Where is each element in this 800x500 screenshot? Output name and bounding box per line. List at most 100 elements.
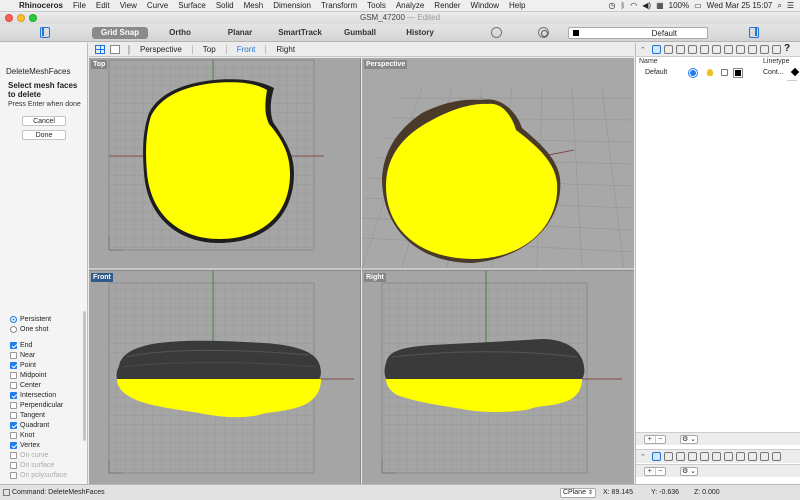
viewport-right[interactable]: Right [362, 270, 634, 484]
tab-top[interactable]: Top [191, 45, 226, 54]
menu-mesh[interactable]: Mesh [239, 1, 269, 10]
chevron-up-icon[interactable]: ⌃ [640, 453, 646, 461]
close-window-button[interactable] [5, 14, 13, 22]
four-viewports-icon[interactable] [95, 45, 105, 54]
gumball-toggle[interactable]: Gumball [338, 27, 382, 39]
command-history-icon[interactable] [3, 489, 10, 496]
layer-row[interactable]: Default Cont... [636, 67, 800, 78]
checkbox-icon[interactable] [10, 401, 17, 409]
flag-icon[interactable]: ▦ [656, 1, 664, 10]
lock-icon[interactable] [721, 69, 728, 76]
tab-perspective[interactable]: Perspective [129, 45, 192, 54]
checkbox-icon[interactable] [10, 461, 17, 469]
gear-icon[interactable]: ⚙ ⌄ [680, 467, 698, 476]
lightbulb-icon[interactable] [712, 452, 721, 461]
viewport-label-front[interactable]: Front [91, 273, 113, 282]
current-layer-icon[interactable] [689, 69, 697, 77]
viewport-label-perspective[interactable]: Perspective [364, 60, 408, 69]
menu-file[interactable]: File [68, 1, 91, 10]
add-icon[interactable]: + [645, 468, 656, 475]
wifi-icon[interactable]: ◠ [630, 1, 637, 10]
grid-snap-toggle[interactable]: Grid Snap [92, 27, 148, 39]
remove-icon[interactable]: − [656, 468, 666, 475]
spotlight-icon[interactable]: ⌕ [777, 1, 781, 11]
remove-icon[interactable]: − [656, 436, 666, 443]
add-remove-lower[interactable]: + − [644, 467, 666, 476]
osnap-perpendicular[interactable]: Perpendicular [10, 400, 82, 410]
checkbox-icon[interactable] [10, 341, 17, 349]
menu-view[interactable]: View [115, 1, 142, 10]
checkbox-icon[interactable] [10, 421, 17, 429]
timemachine-icon[interactable]: ◷ [608, 1, 615, 10]
osnap-tangent[interactable]: Tangent [10, 410, 82, 420]
column-name[interactable]: Name [639, 58, 658, 65]
minimize-window-button[interactable] [17, 14, 25, 22]
print-color-icon[interactable] [790, 67, 800, 77]
cancel-button[interactable]: Cancel [22, 116, 66, 126]
cplane-select[interactable]: CPlane [560, 488, 596, 498]
gear-icon[interactable]: ⚙ ⌄ [680, 435, 698, 444]
single-viewport-icon[interactable] [110, 45, 120, 54]
bluetooth-icon[interactable]: ᛒ [620, 1, 625, 10]
viewport-label-top[interactable]: Top [91, 60, 108, 69]
checkbox-icon[interactable] [10, 351, 17, 359]
help-icon[interactable]: ? [784, 44, 790, 54]
checkbox-icon[interactable] [10, 441, 17, 449]
named-view-icon[interactable] [772, 452, 781, 461]
menu-curve[interactable]: Curve [142, 1, 173, 10]
checkbox-icon[interactable] [10, 381, 17, 389]
checkbox-icon[interactable] [10, 361, 17, 369]
viewport-top[interactable]: Top [89, 58, 361, 268]
layer-linetype[interactable]: Cont... [763, 69, 784, 76]
document-icon[interactable] [748, 45, 757, 54]
camera-icon[interactable] [688, 452, 697, 461]
planar-toggle[interactable]: Planar [222, 27, 258, 39]
filter-icon[interactable] [491, 27, 502, 38]
radio-icon[interactable] [10, 325, 17, 333]
render-icon[interactable] [724, 452, 733, 461]
zoom-window-button[interactable] [29, 14, 37, 22]
osnap-persistent[interactable]: Persistent [10, 314, 82, 324]
smarttrack-toggle[interactable]: SmartTrack [274, 27, 326, 39]
viewport-perspective[interactable]: Perspective [362, 58, 634, 268]
viewport-front[interactable]: Front [89, 270, 361, 484]
osnap-scrollbar[interactable] [83, 311, 86, 441]
document-icon[interactable] [748, 452, 757, 461]
checkbox-icon[interactable] [10, 451, 17, 459]
menu-solid[interactable]: Solid [211, 1, 239, 10]
column-linetype[interactable]: Linetype [763, 58, 789, 65]
menu-tools[interactable]: Tools [362, 1, 391, 10]
visibility-bulb-icon[interactable] [707, 69, 713, 76]
menu-surface[interactable]: Surface [173, 1, 211, 10]
menu-render[interactable]: Render [429, 1, 465, 10]
layers-icon[interactable] [652, 452, 661, 461]
render-icon[interactable] [724, 45, 733, 54]
menu-window[interactable]: Window [466, 1, 504, 10]
osnap-on-curve[interactable]: On curve [10, 450, 82, 460]
menu-dimension[interactable]: Dimension [268, 1, 316, 10]
tab-right[interactable]: Right [265, 45, 305, 54]
osnap-center[interactable]: Center [10, 380, 82, 390]
checkbox-icon[interactable] [10, 411, 17, 419]
osnap-on-surface[interactable]: On surface [10, 460, 82, 470]
cube-icon[interactable] [676, 452, 685, 461]
checkbox-icon[interactable] [10, 431, 17, 439]
layers-icon[interactable] [652, 45, 661, 54]
toggle-right-sidebar-icon[interactable] [749, 27, 759, 38]
layer-color-icon[interactable] [734, 69, 742, 77]
menu-transform[interactable]: Transform [316, 1, 362, 10]
notification-center-icon[interactable]: ☰ [787, 1, 794, 10]
osnap-quadrant[interactable]: Quadrant [10, 420, 82, 430]
display-icon[interactable] [664, 452, 673, 461]
tab-front[interactable]: Front [225, 45, 266, 54]
osnap-one-shot[interactable]: One shot [10, 324, 82, 334]
layers-scrollbar[interactable] [787, 80, 797, 86]
volume-icon[interactable]: ◀) [642, 1, 651, 10]
osnap-knot[interactable]: Knot [10, 430, 82, 440]
add-remove-layer[interactable]: + − [644, 435, 666, 444]
radio-icon[interactable] [10, 315, 17, 323]
menubar-clock[interactable]: Wed Mar 25 15:07 [707, 1, 773, 10]
current-layer-select[interactable]: Default [568, 27, 708, 39]
checkbox-icon[interactable] [10, 391, 17, 399]
chevron-up-icon[interactable]: ⌃ [640, 46, 646, 54]
